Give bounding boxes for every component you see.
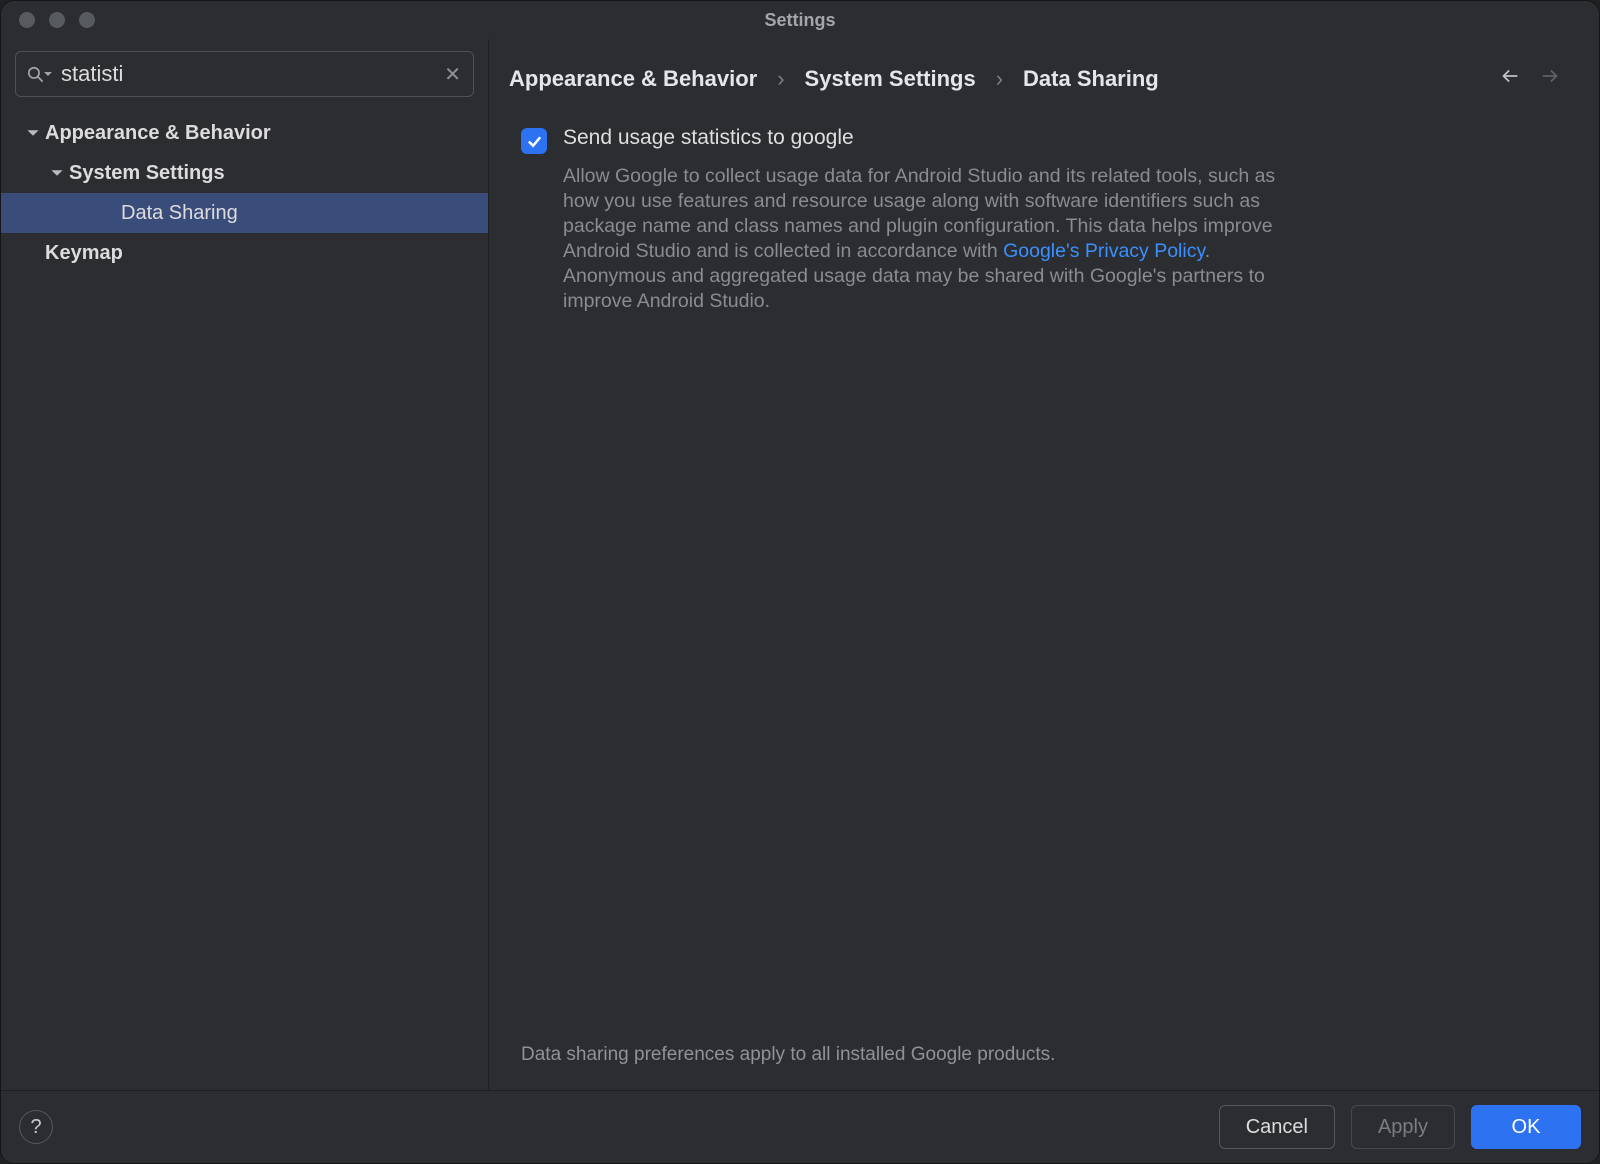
window-title: Settings [1,10,1599,31]
tree-item-system-settings[interactable]: System Settings [1,153,488,193]
breadcrumb-sep: › [777,66,784,92]
search-icon [26,65,53,84]
send-usage-statistics-checkbox[interactable] [521,128,547,154]
setting-label[interactable]: Send usage statistics to google [563,126,854,150]
search-box[interactable]: ✕ [15,51,474,97]
breadcrumb: Appearance & Behavior › System Settings … [509,66,1159,92]
chevron-down-icon [45,166,69,180]
tree-item-label: System Settings [69,162,225,185]
cancel-button[interactable]: Cancel [1219,1105,1335,1149]
apply-button: Apply [1351,1105,1455,1149]
tree-item-label: Appearance & Behavior [45,122,271,145]
settings-tree: Appearance & Behavior System Settings Da… [1,107,488,273]
history-back-icon[interactable] [1499,65,1521,92]
tree-item-appearance-and-behavior[interactable]: Appearance & Behavior [1,113,488,153]
sidebar: ✕ Appearance & Behavior System Settings [1,39,489,1090]
privacy-policy-link[interactable]: Google's Privacy Policy [1003,240,1205,262]
history-forward-icon [1539,65,1561,92]
help-button[interactable]: ? [19,1110,53,1144]
breadcrumb-item: Data Sharing [1023,66,1159,92]
breadcrumb-sep: › [996,66,1003,92]
ok-button[interactable]: OK [1471,1105,1581,1149]
breadcrumb-item[interactable]: System Settings [805,66,976,92]
footer-note: Data sharing preferences apply to all in… [489,1044,1599,1090]
search-input[interactable] [61,61,442,87]
tree-item-label: Keymap [45,242,123,265]
setting-description: Allow Google to collect usage data for A… [563,164,1283,314]
titlebar: Settings [1,1,1599,39]
breadcrumb-item[interactable]: Appearance & Behavior [509,66,757,92]
tree-item-data-sharing[interactable]: Data Sharing [1,193,488,233]
chevron-down-icon [21,126,45,140]
tree-item-label: Data Sharing [121,202,238,225]
clear-search-icon[interactable]: ✕ [442,62,463,87]
tree-item-keymap[interactable]: Keymap [1,233,488,273]
